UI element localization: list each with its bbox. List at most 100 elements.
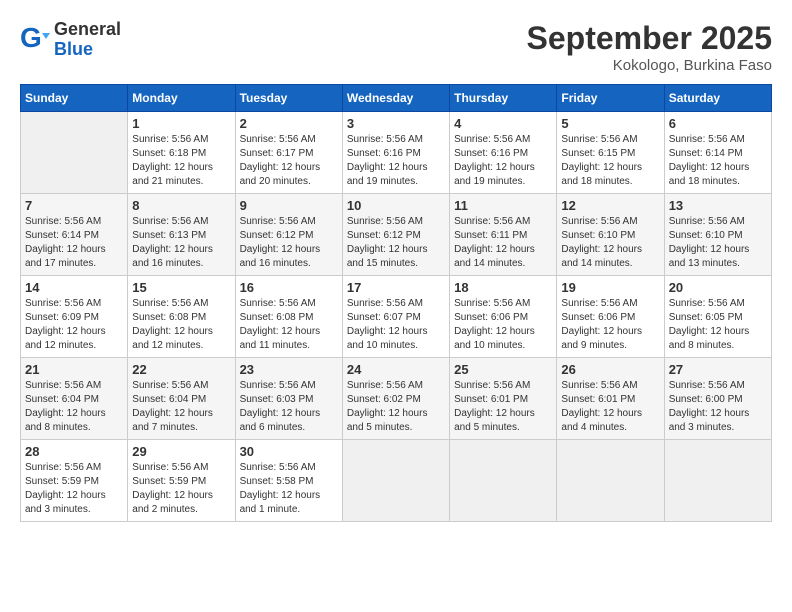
day-cell: 19Sunrise: 5:56 AM Sunset: 6:06 PM Dayli… [557, 276, 664, 358]
day-info: Sunrise: 5:56 AM Sunset: 6:11 PM Dayligh… [454, 215, 552, 271]
weekday-cell: Saturday [664, 85, 771, 112]
day-cell [450, 440, 557, 522]
day-number: 28 [25, 444, 123, 459]
day-cell [342, 440, 449, 522]
svg-text:G: G [20, 25, 42, 53]
weekday-cell: Friday [557, 85, 664, 112]
day-cell: 11 Sunrise: 5:56 AM Sunset: 6:11 PM Dayli… [450, 194, 557, 276]
day-info: Sunrise: 5:56 AM Sunset: 6:15 PM Dayligh… [561, 133, 659, 189]
day-cell: 29Sunrise: 5:56 AM Sunset: 5:59 PM Dayli… [128, 440, 235, 522]
day-number: 5 [561, 116, 659, 131]
day-number: 20 [669, 280, 767, 295]
day-cell: 15 Sunrise: 5:56 AM Sunset: 6:08 PM Dayli… [128, 276, 235, 358]
day-cell: 4Sunrise: 5:56 AM Sunset: 6:16 PM Daylig… [450, 112, 557, 194]
day-number: 26 [561, 362, 659, 377]
day-info: Sunrise: 5:56 AM Sunset: 6:10 PM Dayligh… [669, 215, 767, 271]
day-info: Sunrise: 5:56 AM Sunset: 6:06 PM Dayligh… [561, 297, 659, 353]
day-info: Sunrise: 5:56 AM Sunset: 6:02 PM Dayligh… [347, 379, 445, 435]
day-cell: 2Sunrise: 5:56 AM Sunset: 6:17 PM Daylig… [235, 112, 342, 194]
day-number: 22 [132, 362, 230, 377]
week-row: 28 Sunrise: 5:56 AM Sunset: 5:59 PM Dayli… [21, 440, 772, 522]
day-cell: 14 Sunrise: 5:56 AM Sunset: 6:09 PM Dayli… [21, 276, 128, 358]
day-number: 3 [347, 116, 445, 131]
month-title: September 2025 [527, 20, 772, 57]
day-cell: 21Sunrise: 5:56 AM Sunset: 6:04 PM Dayli… [21, 358, 128, 440]
day-cell: 9Sunrise: 5:56 AM Sunset: 6:12 PM Daylig… [235, 194, 342, 276]
day-cell [21, 112, 128, 194]
day-cell: 1 Sunrise: 5:56 AM Sunset: 6:18 PM Daylig… [128, 112, 235, 194]
day-info: Sunrise: 5:56 AM Sunset: 6:08 PM Dayligh… [240, 297, 338, 353]
day-cell: 10Sunrise: 5:56 AM Sunset: 6:12 PM Dayli… [342, 194, 449, 276]
day-info: Sunrise: 5:56 AM Sunset: 6:01 PM Dayligh… [454, 379, 552, 435]
week-row: 7 Sunrise: 5:56 AM Sunset: 6:14 PM Daylig… [21, 194, 772, 276]
day-number: 1 [132, 116, 230, 131]
logo-line2: Blue [54, 39, 93, 59]
day-cell: 25 Sunrise: 5:56 AM Sunset: 6:01 PM Dayli… [450, 358, 557, 440]
week-row: 21Sunrise: 5:56 AM Sunset: 6:04 PM Dayli… [21, 358, 772, 440]
day-number: 23 [240, 362, 338, 377]
day-info: Sunrise: 5:56 AM Sunset: 6:00 PM Dayligh… [669, 379, 767, 435]
day-info: Sunrise: 5:56 AM Sunset: 6:16 PM Dayligh… [347, 133, 445, 189]
day-cell: 3 Sunrise: 5:56 AM Sunset: 6:16 PM Daylig… [342, 112, 449, 194]
logo-line1: General [54, 19, 121, 39]
weekday-cell: Monday [128, 85, 235, 112]
day-cell: 30Sunrise: 5:56 AM Sunset: 5:58 PM Dayli… [235, 440, 342, 522]
day-cell: 24 Sunrise: 5:56 AM Sunset: 6:02 PM Dayli… [342, 358, 449, 440]
day-number: 2 [240, 116, 338, 131]
day-cell: 13 Sunrise: 5:56 AM Sunset: 6:10 PM Dayli… [664, 194, 771, 276]
location-subtitle: Kokologo, Burkina Faso [527, 57, 772, 74]
day-cell: 7 Sunrise: 5:56 AM Sunset: 6:14 PM Daylig… [21, 194, 128, 276]
weekday-row: SundayMondayTuesdayWednesdayThursdayFrid… [21, 85, 772, 112]
day-number: 15 [132, 280, 230, 295]
day-number: 30 [240, 444, 338, 459]
title-block: September 2025 Kokologo, Burkina Faso [527, 20, 772, 74]
day-number: 13 [669, 198, 767, 213]
day-number: 18 [454, 280, 552, 295]
day-number: 4 [454, 116, 552, 131]
day-info: Sunrise: 5:56 AM Sunset: 6:01 PM Dayligh… [561, 379, 659, 435]
week-row: 14 Sunrise: 5:56 AM Sunset: 6:09 PM Dayli… [21, 276, 772, 358]
logo-text: General Blue [54, 20, 121, 60]
day-cell: 5 Sunrise: 5:56 AM Sunset: 6:15 PM Daylig… [557, 112, 664, 194]
day-number: 24 [347, 362, 445, 377]
day-number: 12 [561, 198, 659, 213]
day-cell: 23Sunrise: 5:56 AM Sunset: 6:03 PM Dayli… [235, 358, 342, 440]
day-cell: 18 Sunrise: 5:56 AM Sunset: 6:06 PM Dayli… [450, 276, 557, 358]
day-cell: 12 Sunrise: 5:56 AM Sunset: 6:10 PM Dayli… [557, 194, 664, 276]
day-info: Sunrise: 5:56 AM Sunset: 6:12 PM Dayligh… [347, 215, 445, 271]
day-info: Sunrise: 5:56 AM Sunset: 6:09 PM Dayligh… [25, 297, 123, 353]
page-header: G General Blue September 2025 Kokologo, … [20, 20, 772, 74]
day-cell: 8Sunrise: 5:56 AM Sunset: 6:13 PM Daylig… [128, 194, 235, 276]
day-info: Sunrise: 5:56 AM Sunset: 5:59 PM Dayligh… [132, 461, 230, 517]
day-info: Sunrise: 5:56 AM Sunset: 6:07 PM Dayligh… [347, 297, 445, 353]
logo-icon: G [20, 25, 50, 55]
day-number: 11 [454, 198, 552, 213]
day-number: 7 [25, 198, 123, 213]
day-info: Sunrise: 5:56 AM Sunset: 6:05 PM Dayligh… [669, 297, 767, 353]
day-cell [557, 440, 664, 522]
day-cell: 28 Sunrise: 5:56 AM Sunset: 5:59 PM Dayli… [21, 440, 128, 522]
day-number: 14 [25, 280, 123, 295]
day-info: Sunrise: 5:56 AM Sunset: 6:14 PM Dayligh… [25, 215, 123, 271]
day-number: 9 [240, 198, 338, 213]
day-cell: 27Sunrise: 5:56 AM Sunset: 6:00 PM Dayli… [664, 358, 771, 440]
calendar-header: SundayMondayTuesdayWednesdayThursdayFrid… [21, 85, 772, 112]
day-cell: 22 Sunrise: 5:56 AM Sunset: 6:04 PM Dayli… [128, 358, 235, 440]
calendar-table: SundayMondayTuesdayWednesdayThursdayFrid… [20, 84, 772, 522]
weekday-cell: Thursday [450, 85, 557, 112]
day-number: 6 [669, 116, 767, 131]
day-cell [664, 440, 771, 522]
day-info: Sunrise: 5:56 AM Sunset: 6:06 PM Dayligh… [454, 297, 552, 353]
weekday-cell: Sunday [21, 85, 128, 112]
weekday-cell: Tuesday [235, 85, 342, 112]
day-number: 16 [240, 280, 338, 295]
day-info: Sunrise: 5:56 AM Sunset: 6:10 PM Dayligh… [561, 215, 659, 271]
day-info: Sunrise: 5:56 AM Sunset: 5:59 PM Dayligh… [25, 461, 123, 517]
day-info: Sunrise: 5:56 AM Sunset: 6:08 PM Dayligh… [132, 297, 230, 353]
day-cell: 16 Sunrise: 5:56 AM Sunset: 6:08 PM Dayli… [235, 276, 342, 358]
day-cell: 17Sunrise: 5:56 AM Sunset: 6:07 PM Dayli… [342, 276, 449, 358]
day-number: 25 [454, 362, 552, 377]
day-info: Sunrise: 5:56 AM Sunset: 6:18 PM Dayligh… [132, 133, 230, 189]
day-info: Sunrise: 5:56 AM Sunset: 6:13 PM Dayligh… [132, 215, 230, 271]
day-info: Sunrise: 5:56 AM Sunset: 6:04 PM Dayligh… [132, 379, 230, 435]
